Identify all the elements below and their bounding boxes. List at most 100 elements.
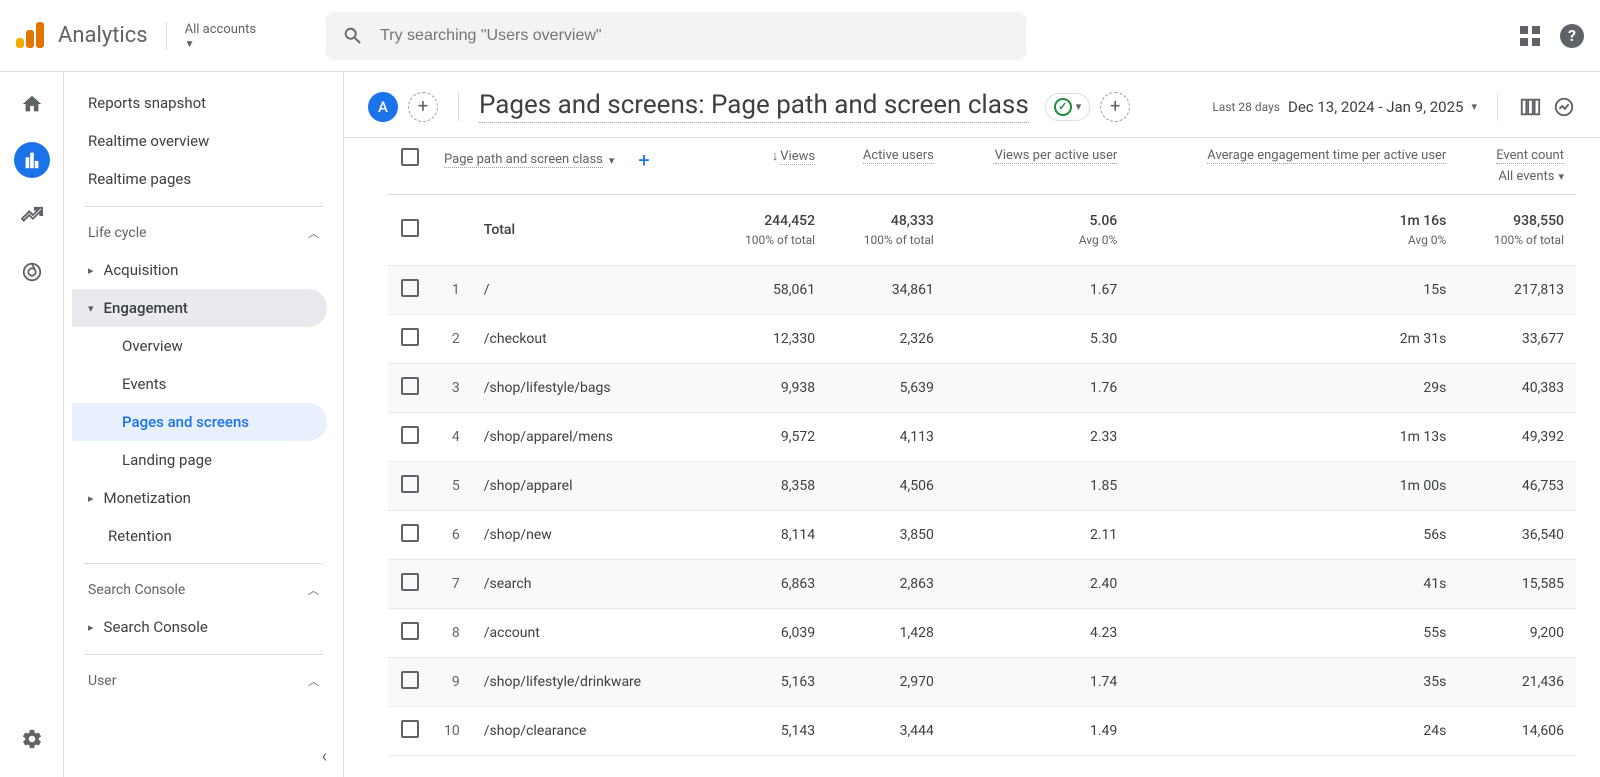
cell-vpu: 1.67 [946,266,1129,315]
row-checkbox[interactable] [401,279,419,297]
rail-explore-icon[interactable] [14,198,50,234]
sidebar-item-label: Monetization [104,489,191,507]
add-segment-button[interactable]: + [408,92,438,122]
product-name: Analytics [58,23,148,48]
cell-events: 21,436 [1458,658,1576,707]
cell-views: 8,358 [709,462,827,511]
row-checkbox[interactable] [401,377,419,395]
table-row: 1 / 58,061 34,861 1.67 15s 217,813 [388,266,1576,315]
account-switcher[interactable]: All accounts ▼ [166,22,256,50]
row-checkbox[interactable] [401,622,419,640]
section-label: User [88,673,116,689]
cell-path[interactable]: /shop/lifestyle/drinkware [472,658,710,707]
logo-area: Analytics [16,20,148,52]
apps-icon[interactable] [1520,26,1540,46]
sidebar-item-pages-screens[interactable]: Pages and screens [72,403,327,441]
sidebar-item-monetization[interactable]: ▸ Monetization [72,479,327,517]
sidebar-item-reports-snapshot[interactable]: Reports snapshot [72,84,327,122]
rail-home-icon[interactable] [14,86,50,122]
col-event-count[interactable]: Event count All events ▾ [1458,138,1576,195]
sidebar-item-overview[interactable]: Overview [72,327,327,365]
add-comparison-button[interactable]: + [1100,92,1130,122]
cell-path[interactable]: /shop/apparel/mens [472,413,710,462]
cell-views: 5,163 [709,658,827,707]
row-checkbox[interactable] [401,219,419,237]
search-input[interactable] [380,27,1010,45]
cell-events: 9,200 [1458,609,1576,658]
row-checkbox[interactable] [401,720,419,738]
cell-users: 4,113 [827,413,946,462]
cell-path[interactable]: /shop/apparel [472,462,710,511]
divider [1497,93,1498,121]
cell-vpu: 1.76 [946,364,1129,413]
col-views[interactable]: ↓Views [709,138,827,195]
section-label: Life cycle [88,225,147,241]
row-checkbox[interactable] [401,573,419,591]
sidebar-item-realtime-pages[interactable]: Realtime pages [72,160,327,198]
date-range-picker[interactable]: Last 28 days Dec 13, 2024 - Jan 9, 2025 … [1212,98,1477,116]
cell-path[interactable]: /search [472,560,710,609]
cell-path[interactable]: /checkout [472,315,710,364]
select-all-checkbox[interactable] [401,148,419,166]
cell-aet: 15s [1129,266,1458,315]
event-selector[interactable]: All events ▾ [1470,169,1564,184]
help-icon[interactable]: ? [1560,24,1584,48]
sidebar-item-engagement[interactable]: ▾ Engagement [72,289,327,327]
row-checkbox[interactable] [401,426,419,444]
add-dimension-button[interactable]: + [638,148,649,172]
cell-path[interactable]: / [472,266,710,315]
sidebar-item-landing-page[interactable]: Landing page [72,441,327,479]
row-checkbox[interactable] [401,524,419,542]
rail-reports-icon[interactable] [14,142,50,178]
insights-icon[interactable] [1552,95,1576,119]
header-actions: ? [1520,24,1584,48]
table-row: 8 /account 6,039 1,428 4.23 55s 9,200 [388,609,1576,658]
table-row: 3 /shop/lifestyle/bags 9,938 5,639 1.76 … [388,364,1576,413]
col-views-per-user[interactable]: Views per active user [946,138,1129,195]
chevron-up-icon: ︿ [308,225,319,241]
row-checkbox[interactable] [401,475,419,493]
cell-value: 938,550 [1513,213,1564,229]
chevron-down-icon: ▾ [609,154,615,167]
sidebar: Reports snapshot Realtime overview Realt… [64,72,344,777]
rail-advertising-icon[interactable] [14,254,50,290]
cell-path[interactable]: /shop/lifestyle/bags [472,364,710,413]
cell-aet: 55s [1129,609,1458,658]
date-range: Dec 13, 2024 - Jan 9, 2025 [1288,98,1463,116]
main-content: A + Pages and screens: Page path and scr… [344,72,1600,777]
sidebar-item-events[interactable]: Events [72,365,327,403]
cell-aet: 56s [1129,511,1458,560]
sidebar-item-label: Retention [108,527,172,545]
sidebar-section-user[interactable]: User ︿ [72,663,335,699]
col-avg-engagement[interactable]: Average engagement time per active user [1129,138,1458,195]
segment-badge[interactable]: A [368,92,398,122]
col-active-users[interactable]: Active users [827,138,946,195]
cell-aet: 24s [1129,707,1458,756]
sidebar-item-retention[interactable]: Retention [72,517,327,555]
sidebar-item-acquisition[interactable]: ▸ Acquisition [72,251,327,289]
row-index: 5 [432,462,472,511]
sidebar-item-realtime-overview[interactable]: Realtime overview [72,122,327,160]
cell-path[interactable]: /shop/clearance [472,707,710,756]
collapse-sidebar-icon[interactable]: ‹ [322,746,327,767]
page-title: Pages and screens: Page path and screen … [479,90,1029,123]
chevron-down-icon: ▼ [185,39,256,50]
sidebar-section-search-console[interactable]: Search Console ︿ [72,572,335,608]
cell-path[interactable]: /account [472,609,710,658]
chevron-right-icon: ▸ [88,621,94,634]
cell-events: 49,392 [1458,413,1576,462]
row-checkbox[interactable] [401,671,419,689]
cell-vpu: 2.40 [946,560,1129,609]
row-checkbox[interactable] [401,328,419,346]
sidebar-item-label: Acquisition [104,261,179,279]
rail-settings-icon[interactable] [14,721,50,757]
dimension-header[interactable]: Page path and screen class ▾ + [444,148,697,172]
sidebar-item-search-console[interactable]: ▸ Search Console [72,608,327,646]
date-label: Last 28 days [1212,100,1280,114]
status-chip[interactable]: ✓ ▾ [1045,93,1091,121]
sidebar-section-life-cycle[interactable]: Life cycle ︿ [72,215,335,251]
sort-down-icon: ↓ [772,149,779,164]
cell-path[interactable]: /shop/new [472,511,710,560]
customize-report-icon[interactable] [1518,95,1542,119]
search-bar[interactable] [326,12,1026,60]
